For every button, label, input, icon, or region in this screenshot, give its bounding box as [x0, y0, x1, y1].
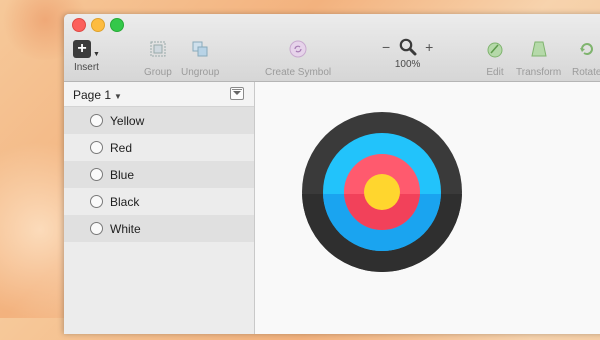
zoom-in-button[interactable]: +	[425, 39, 433, 55]
magnifier-icon	[399, 38, 417, 56]
target-artwork[interactable]	[302, 112, 462, 272]
oval-shape-icon	[90, 195, 103, 208]
rotate-tool[interactable]: Rotate	[572, 40, 600, 78]
group-icon	[150, 41, 166, 57]
insert-label: Insert	[73, 62, 99, 73]
page-selector[interactable]: Page 1 ▼	[64, 82, 254, 107]
layer-name: Yellow	[110, 114, 145, 128]
close-window-button[interactable]	[72, 18, 86, 32]
toolbar: + ▼ Insert Group Ungroup Create Symbol −…	[64, 14, 600, 82]
page-name-text: Page 1	[73, 88, 112, 102]
insert-tool[interactable]: + ▼ Insert	[73, 40, 100, 73]
edit-tool[interactable]: Edit	[486, 40, 504, 78]
oval-shape-icon	[90, 168, 103, 181]
group-tool[interactable]: Group	[144, 40, 172, 78]
symbol-icon	[289, 40, 307, 58]
rotate-label: Rotate	[572, 67, 600, 78]
edit-label: Edit	[486, 67, 504, 78]
edit-icon	[487, 42, 503, 58]
create-symbol-tool[interactable]: Create Symbol	[265, 40, 331, 78]
chevron-down-icon: ▼	[114, 92, 122, 101]
layers-sidebar: Page 1 ▼ Yellow Red Blue Black White	[64, 82, 255, 334]
transform-icon	[530, 41, 547, 57]
ungroup-tool[interactable]: Ungroup	[181, 40, 219, 78]
oval-shape-icon	[90, 222, 103, 235]
zoom-out-button[interactable]: −	[382, 39, 390, 55]
layer-row[interactable]: Yellow	[64, 107, 254, 134]
yellow-circle[interactable]	[364, 174, 400, 210]
design-canvas[interactable]	[255, 82, 600, 334]
layer-name: White	[110, 222, 141, 236]
group-label: Group	[144, 67, 172, 78]
ungroup-icon	[192, 41, 208, 57]
oval-shape-icon	[90, 141, 103, 154]
app-window: + ▼ Insert Group Ungroup Create Symbol −…	[64, 14, 600, 334]
create-symbol-label: Create Symbol	[265, 67, 332, 78]
layer-row[interactable]: Red	[64, 134, 254, 161]
layer-row[interactable]: White	[64, 215, 254, 242]
transform-tool[interactable]: Transform	[516, 40, 561, 78]
ungroup-label: Ungroup	[181, 67, 220, 78]
zoom-level: 100%	[394, 59, 421, 71]
oval-shape-icon	[90, 114, 103, 127]
layer-name: Red	[110, 141, 133, 155]
page-name: Page 1 ▼	[73, 88, 122, 102]
zoom-window-button[interactable]	[110, 18, 124, 32]
zoom-control: − + 100%	[382, 38, 433, 70]
plus-icon: +	[73, 40, 91, 58]
page-menu-button[interactable]	[230, 87, 244, 100]
layer-row[interactable]: Black	[64, 188, 254, 215]
chevron-down-icon: ▼	[93, 51, 100, 58]
layer-name: Blue	[110, 168, 135, 182]
rotate-icon	[579, 43, 593, 55]
transform-label: Transform	[516, 67, 562, 78]
layer-name: Black	[110, 195, 140, 209]
minimize-window-button[interactable]	[91, 18, 105, 32]
layer-row[interactable]: Blue	[64, 161, 254, 188]
